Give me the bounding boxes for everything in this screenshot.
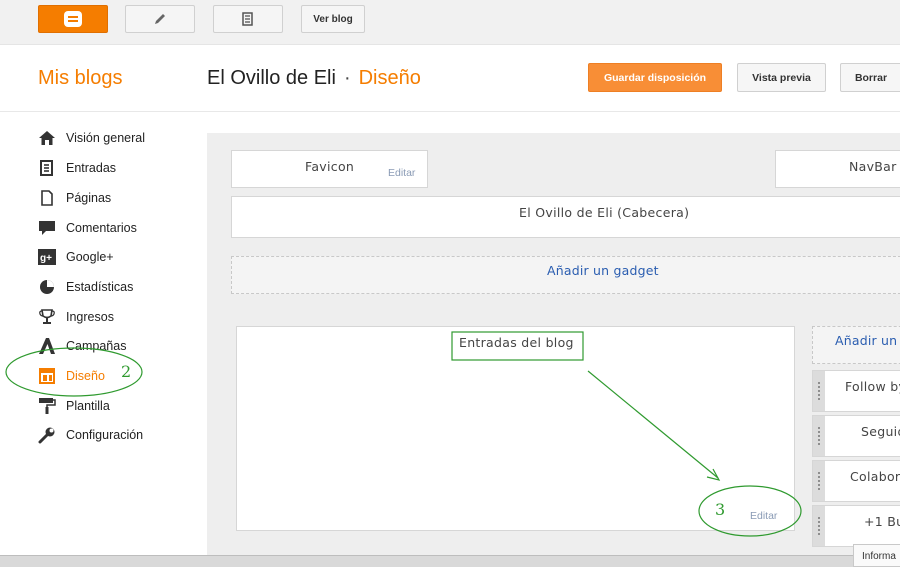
- info-tab[interactable]: Informa: [853, 544, 900, 567]
- annotation-step-3: 3: [715, 500, 726, 519]
- horizontal-scrollbar[interactable]: [0, 555, 900, 567]
- annotation-overlay: [5, 331, 802, 537]
- blogger-layout-page: Ver blog Mis blogs El Ovillo de Eli · Dise…: [0, 0, 900, 567]
- highlight-box-blog-posts: [451, 331, 584, 361]
- arrow-line: [587, 370, 719, 479]
- annotation-step-2: 2: [121, 362, 132, 381]
